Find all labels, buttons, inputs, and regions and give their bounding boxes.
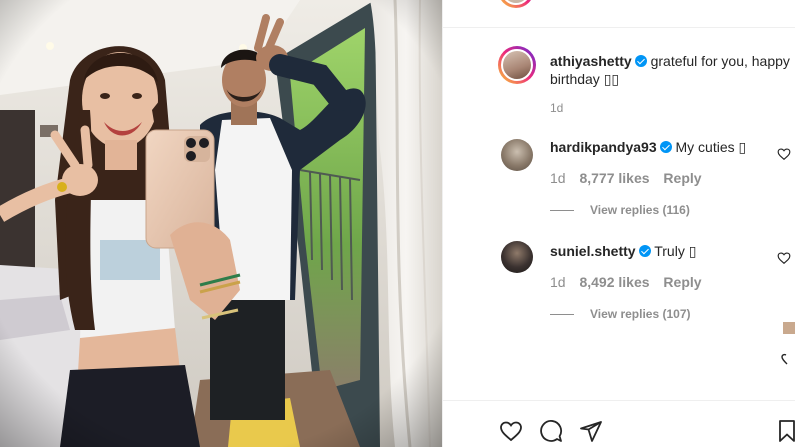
comment-reply-button-1[interactable]: Reply [663,170,701,186]
comment-meta-2: 1d 8,492 likes Reply [550,273,702,291]
comment-username-2[interactable]: suniel.shetty [550,243,636,259]
comment-text-1: My cuties ▯ [675,139,747,155]
view-replies-label-1: View replies (116) [590,203,690,217]
clipped-avatar-fragment [783,322,795,334]
caption-line-1: athiyashetty grateful for you, happy [550,52,790,70]
comment-row-1: hardikpandya93 My cuties ▯ [550,138,746,156]
paper-plane-icon[interactable] [579,419,603,443]
caption-line-2: birthday ▯▯ [550,70,619,88]
header-avatar[interactable] [498,0,534,8]
bookmark-icon[interactable] [777,419,795,443]
replies-dash [550,210,574,212]
heart-icon[interactable] [499,419,523,443]
clipped-heart-fragment-icon [781,353,788,365]
caption-text-2: birthday ▯▯ [550,71,620,87]
caption-text-1: grateful for you, happy [650,53,790,69]
comment-row-2: suniel.shetty Truly ▯ [550,242,696,260]
comments-panel: athiyashetty grateful for you, happy bir… [442,0,795,447]
comment-avatar-hardikpandya93[interactable] [501,139,533,171]
comment-like-heart-icon[interactable] [777,251,791,265]
comment-likes-2[interactable]: 8,492 likes [579,274,649,290]
verified-badge-icon [638,245,651,257]
comment-username-1[interactable]: hardikpandya93 [550,139,657,155]
comment-bubble-icon[interactable] [539,419,563,443]
comment-time-2[interactable]: 1d [550,274,566,290]
caption-username[interactable]: athiyashetty [550,53,632,69]
verified-badge-icon [659,141,672,153]
comment-meta-1: 1d 8,777 likes Reply [550,169,702,187]
comment-avatar-suniel-shetty[interactable] [501,241,533,273]
comment-text-2: Truly ▯ [654,243,697,259]
view-replies-label-2: View replies (107) [590,307,691,321]
replies-dash [550,314,574,316]
caption-avatar[interactable] [498,46,536,84]
comment-reply-button-2[interactable]: Reply [663,274,701,290]
comment-likes-1[interactable]: 8,777 likes [579,170,649,186]
comment-time-1[interactable]: 1d [550,170,566,186]
post-photo[interactable] [0,0,442,447]
caption-time[interactable]: 1d [550,99,563,117]
view-replies-1[interactable]: View replies (116) [550,203,690,217]
verified-badge-icon [634,55,647,67]
view-replies-2[interactable]: View replies (107) [550,307,691,321]
post-image [0,0,442,447]
header-divider [443,27,795,28]
actions-divider [443,400,795,401]
comment-like-heart-icon[interactable] [777,147,791,161]
